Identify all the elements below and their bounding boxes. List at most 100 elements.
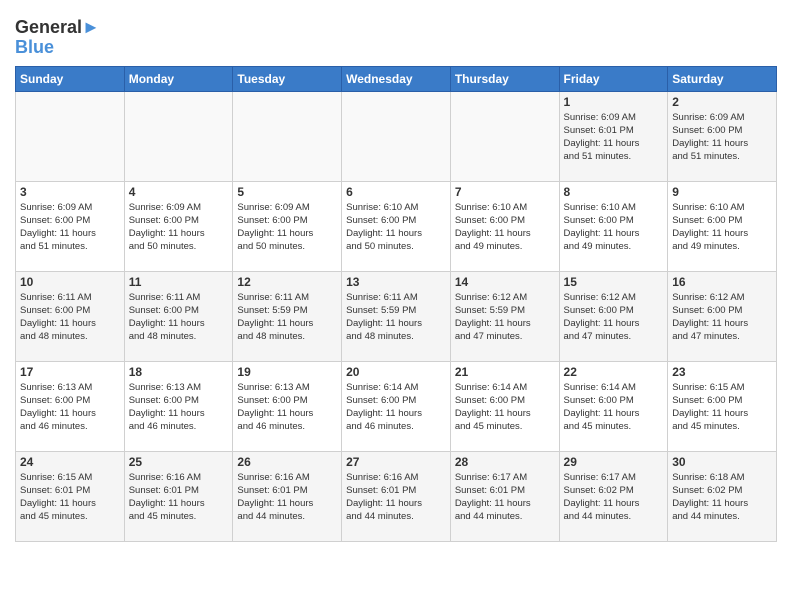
- day-number: 18: [129, 365, 229, 379]
- day-number: 11: [129, 275, 229, 289]
- calendar-cell: 24Sunrise: 6:15 AMSunset: 6:01 PMDayligh…: [16, 451, 125, 541]
- calendar-cell: 21Sunrise: 6:14 AMSunset: 6:00 PMDayligh…: [450, 361, 559, 451]
- calendar-cell: [450, 91, 559, 181]
- day-number: 30: [672, 455, 772, 469]
- calendar-cell: 1Sunrise: 6:09 AMSunset: 6:01 PMDaylight…: [559, 91, 668, 181]
- day-number: 24: [20, 455, 120, 469]
- day-number: 19: [237, 365, 337, 379]
- cell-info: Sunrise: 6:16 AMSunset: 6:01 PMDaylight:…: [237, 471, 337, 524]
- day-number: 22: [564, 365, 664, 379]
- cell-info: Sunrise: 6:09 AMSunset: 6:00 PMDaylight:…: [237, 201, 337, 254]
- day-number: 21: [455, 365, 555, 379]
- calendar-week-3: 17 Sunrise: 6:13 AMSunset: 6:00 PMDayligh…: [16, 361, 777, 451]
- cell-info: Sunrise: 6:13 AMSunset: 6:00 PMDaylight:…: [237, 381, 337, 434]
- day-number: 28: [455, 455, 555, 469]
- weekday-header-wednesday: Wednesday: [342, 66, 451, 91]
- cell-info: Sunrise: 6:13 AMSunset: 6:00 PMDaylight:…: [20, 381, 120, 434]
- header: General► Blue: [15, 10, 777, 58]
- cell-info: Sunrise: 6:13 AMSunset: 6:00 PMDaylight:…: [129, 381, 229, 434]
- cell-info: Sunrise: 6:11 AMSunset: 6:00 PMDaylight:…: [20, 291, 120, 344]
- calendar-cell: [342, 91, 451, 181]
- day-number: 1: [564, 95, 664, 109]
- day-number: 9: [672, 185, 772, 199]
- calendar-cell: 10 Sunrise: 6:11 AMSunset: 6:00 PMDayligh…: [16, 271, 125, 361]
- calendar-cell: 16 Sunrise: 6:12 AMSunset: 6:00 PMDayligh…: [668, 271, 777, 361]
- calendar-week-2: 10 Sunrise: 6:11 AMSunset: 6:00 PMDayligh…: [16, 271, 777, 361]
- day-number: 25: [129, 455, 229, 469]
- calendar-cell: 12 Sunrise: 6:11 AMSunset: 5:59 PMDayligh…: [233, 271, 342, 361]
- calendar-cell: [16, 91, 125, 181]
- weekday-header-row: SundayMondayTuesdayWednesdayThursdayFrid…: [16, 66, 777, 91]
- calendar-week-4: 24Sunrise: 6:15 AMSunset: 6:01 PMDayligh…: [16, 451, 777, 541]
- day-number: 17: [20, 365, 120, 379]
- calendar-cell: 25 Sunrise: 6:16 AMSunset: 6:01 PMDayligh…: [124, 451, 233, 541]
- cell-info: Sunrise: 6:18 AMSunset: 6:02 PMDaylight:…: [672, 471, 772, 524]
- calendar-week-0: 1Sunrise: 6:09 AMSunset: 6:01 PMDaylight…: [16, 91, 777, 181]
- cell-info: Sunrise: 6:11 AMSunset: 5:59 PMDaylight:…: [237, 291, 337, 344]
- day-number: 15: [564, 275, 664, 289]
- cell-info: Sunrise: 6:12 AMSunset: 6:00 PMDaylight:…: [672, 291, 772, 344]
- cell-info: Sunrise: 6:11 AMSunset: 5:59 PMDaylight:…: [346, 291, 446, 344]
- calendar-cell: 23 Sunrise: 6:15 AMSunset: 6:00 PMDayligh…: [668, 361, 777, 451]
- calendar-cell: 15Sunrise: 6:12 AMSunset: 6:00 PMDayligh…: [559, 271, 668, 361]
- calendar-cell: 20 Sunrise: 6:14 AMSunset: 6:00 PMDayligh…: [342, 361, 451, 451]
- calendar-cell: 28 Sunrise: 6:17 AMSunset: 6:01 PMDayligh…: [450, 451, 559, 541]
- calendar-cell: 22 Sunrise: 6:14 AMSunset: 6:00 PMDayligh…: [559, 361, 668, 451]
- day-number: 2: [672, 95, 772, 109]
- calendar-cell: 3Sunrise: 6:09 AMSunset: 6:00 PMDaylight…: [16, 181, 125, 271]
- calendar-cell: 11 Sunrise: 6:11 AMSunset: 6:00 PMDayligh…: [124, 271, 233, 361]
- day-number: 7: [455, 185, 555, 199]
- calendar-cell: 26Sunrise: 6:16 AMSunset: 6:01 PMDayligh…: [233, 451, 342, 541]
- calendar-cell: 27Sunrise: 6:16 AMSunset: 6:01 PMDayligh…: [342, 451, 451, 541]
- cell-info: Sunrise: 6:10 AMSunset: 6:00 PMDaylight:…: [346, 201, 446, 254]
- day-number: 27: [346, 455, 446, 469]
- day-number: 29: [564, 455, 664, 469]
- cell-info: Sunrise: 6:17 AMSunset: 6:01 PMDaylight:…: [455, 471, 555, 524]
- day-number: 23: [672, 365, 772, 379]
- day-number: 20: [346, 365, 446, 379]
- day-number: 12: [237, 275, 337, 289]
- calendar-cell: 4Sunrise: 6:09 AMSunset: 6:00 PMDaylight…: [124, 181, 233, 271]
- calendar-cell: 18 Sunrise: 6:13 AMSunset: 6:00 PMDayligh…: [124, 361, 233, 451]
- calendar-table: SundayMondayTuesdayWednesdayThursdayFrid…: [15, 66, 777, 542]
- cell-info: Sunrise: 6:11 AMSunset: 6:00 PMDaylight:…: [129, 291, 229, 344]
- weekday-header-saturday: Saturday: [668, 66, 777, 91]
- calendar-cell: 14 Sunrise: 6:12 AMSunset: 5:59 PMDayligh…: [450, 271, 559, 361]
- cell-info: Sunrise: 6:10 AMSunset: 6:00 PMDaylight:…: [455, 201, 555, 254]
- calendar-cell: 7 Sunrise: 6:10 AMSunset: 6:00 PMDaylight…: [450, 181, 559, 271]
- weekday-header-tuesday: Tuesday: [233, 66, 342, 91]
- day-number: 14: [455, 275, 555, 289]
- logo-subtext: Blue: [15, 38, 54, 58]
- cell-info: Sunrise: 6:15 AMSunset: 6:00 PMDaylight:…: [672, 381, 772, 434]
- calendar-cell: 29 Sunrise: 6:17 AMSunset: 6:02 PMDayligh…: [559, 451, 668, 541]
- day-number: 4: [129, 185, 229, 199]
- calendar-cell: 5 Sunrise: 6:09 AMSunset: 6:00 PMDaylight…: [233, 181, 342, 271]
- day-number: 6: [346, 185, 446, 199]
- calendar-cell: 6 Sunrise: 6:10 AMSunset: 6:00 PMDaylight…: [342, 181, 451, 271]
- calendar-cell: 2 Sunrise: 6:09 AMSunset: 6:00 PMDaylight…: [668, 91, 777, 181]
- day-number: 5: [237, 185, 337, 199]
- logo: General► Blue: [15, 18, 100, 58]
- weekday-header-friday: Friday: [559, 66, 668, 91]
- weekday-header-thursday: Thursday: [450, 66, 559, 91]
- day-number: 16: [672, 275, 772, 289]
- day-number: 3: [20, 185, 120, 199]
- day-number: 8: [564, 185, 664, 199]
- day-number: 10: [20, 275, 120, 289]
- calendar-cell: [233, 91, 342, 181]
- cell-info: Sunrise: 6:09 AMSunset: 6:00 PMDaylight:…: [672, 111, 772, 164]
- cell-info: Sunrise: 6:17 AMSunset: 6:02 PMDaylight:…: [564, 471, 664, 524]
- calendar-cell: 30 Sunrise: 6:18 AMSunset: 6:02 PMDayligh…: [668, 451, 777, 541]
- cell-info: Sunrise: 6:16 AMSunset: 6:01 PMDaylight:…: [129, 471, 229, 524]
- calendar-cell: 19 Sunrise: 6:13 AMSunset: 6:00 PMDayligh…: [233, 361, 342, 451]
- logo-text: General►: [15, 18, 100, 38]
- cell-info: Sunrise: 6:10 AMSunset: 6:00 PMDaylight:…: [564, 201, 664, 254]
- cell-info: Sunrise: 6:14 AMSunset: 6:00 PMDaylight:…: [346, 381, 446, 434]
- cell-info: Sunrise: 6:12 AMSunset: 5:59 PMDaylight:…: [455, 291, 555, 344]
- cell-info: Sunrise: 6:14 AMSunset: 6:00 PMDaylight:…: [564, 381, 664, 434]
- weekday-header-monday: Monday: [124, 66, 233, 91]
- calendar-cell: [124, 91, 233, 181]
- calendar-cell: 9Sunrise: 6:10 AMSunset: 6:00 PMDaylight…: [668, 181, 777, 271]
- day-number: 13: [346, 275, 446, 289]
- weekday-header-sunday: Sunday: [16, 66, 125, 91]
